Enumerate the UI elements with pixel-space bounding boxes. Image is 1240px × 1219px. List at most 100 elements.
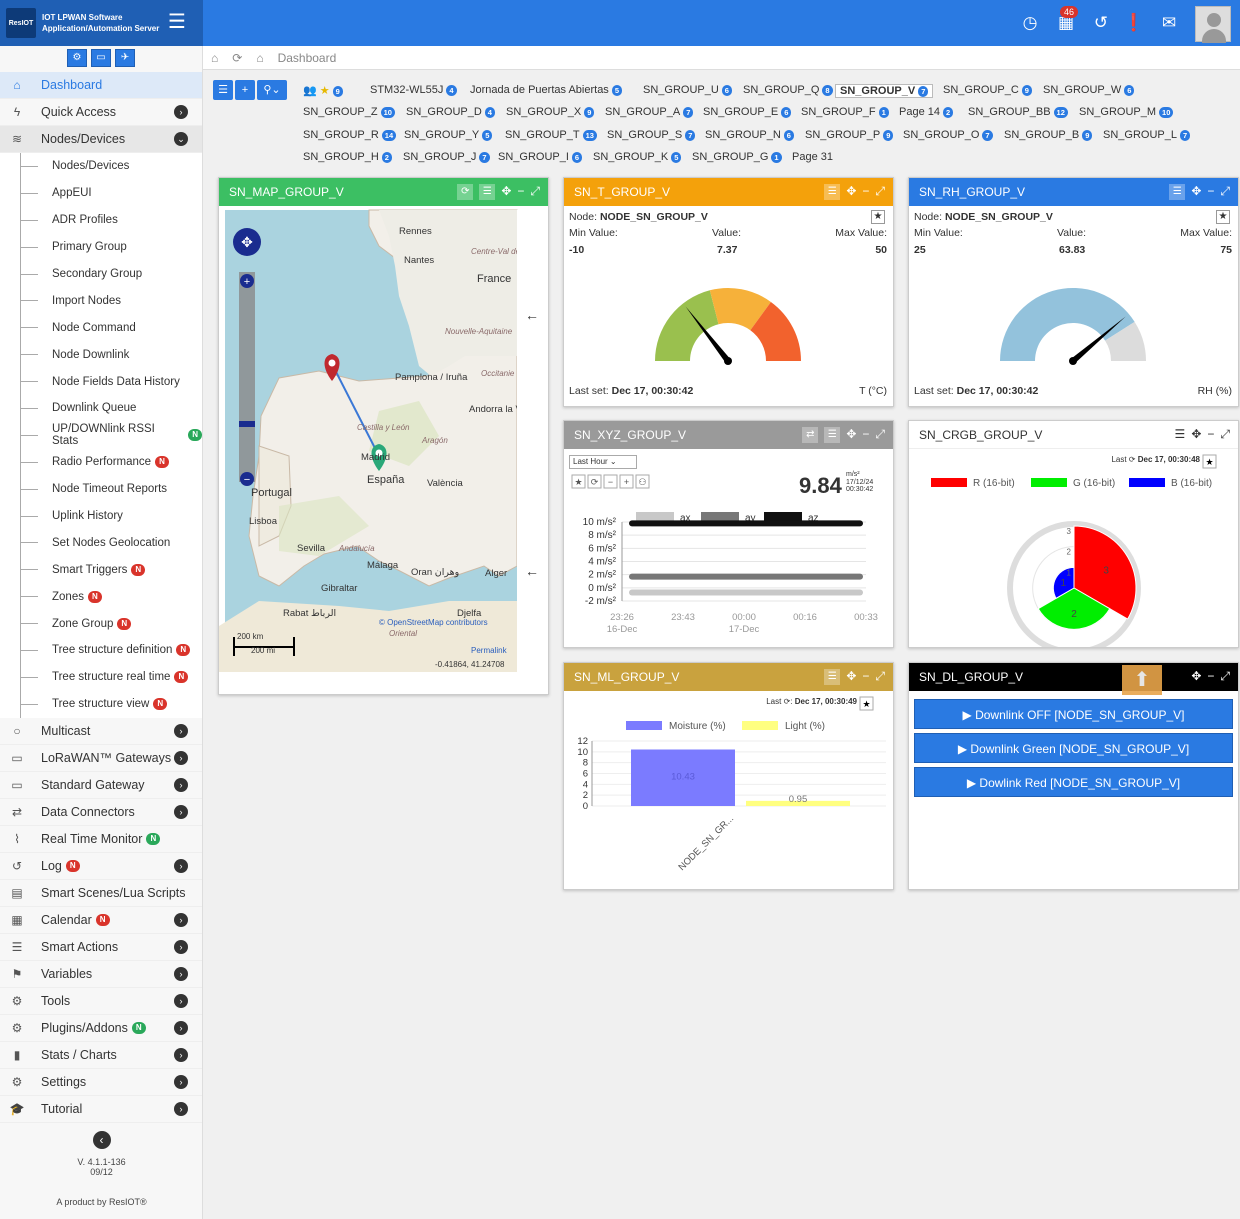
group-tab[interactable]: SN_GROUP_F 1: [801, 106, 889, 119]
submenu-item[interactable]: Tree structure real time N: [0, 663, 202, 691]
group-tab[interactable]: SN_GROUP_X 9: [506, 106, 595, 119]
menu-icon[interactable]: ☰: [824, 427, 841, 443]
group-tab[interactable]: SN_GROUP_I 6: [498, 151, 583, 163]
avatar[interactable]: [1195, 6, 1231, 43]
group-tab[interactable]: SN_GROUP_G 1: [692, 151, 782, 163]
swap-icon[interactable]: ⇄: [802, 427, 819, 443]
expand-icon[interactable]: ⤢: [1220, 669, 1230, 684]
sidebar-item[interactable]: ⌇ Real Time Monitor N: [0, 826, 202, 853]
sidebar-item[interactable]: 🎓 Tutorial ›: [0, 1096, 202, 1123]
minimize-icon[interactable]: −: [862, 669, 869, 685]
group-tab[interactable]: SN_GROUP_Y 5: [404, 129, 493, 141]
group-tab[interactable]: Jornada de Puertas Abiertas 5: [470, 84, 622, 96]
group-tab[interactable]: SN_GROUP_P 9: [805, 129, 894, 141]
expand-icon[interactable]: ⤢: [875, 669, 885, 685]
group-tab[interactable]: SN_GROUP_R 14: [303, 129, 397, 141]
submenu-item[interactable]: Node Command: [0, 314, 202, 342]
submenu-item[interactable]: Import Nodes: [0, 287, 202, 315]
users-icon[interactable]: 👥: [303, 85, 317, 97]
sidebar-item[interactable]: ⚙ Settings ›: [0, 1069, 202, 1096]
history-icon[interactable]: ↺: [1090, 13, 1112, 33]
sidebar-item[interactable]: ▤ Smart Scenes/Lua Scripts: [0, 880, 202, 907]
sidebar-item[interactable]: ☰ Smart Actions ›: [0, 934, 202, 961]
group-tab[interactable]: Page 31: [792, 151, 833, 163]
submenu-item[interactable]: Primary Group: [0, 233, 202, 261]
alert-icon[interactable]: ❗: [1123, 13, 1145, 33]
menu-icon[interactable]: ☰: [824, 669, 841, 685]
collapse-sidebar-icon[interactable]: ‹: [92, 1131, 111, 1149]
submenu-item[interactable]: Uplink History: [0, 502, 202, 530]
expand-icon[interactable]: ⤢: [1220, 184, 1230, 200]
group-tab[interactable]: STM32-WL55J 4: [370, 84, 457, 96]
menu-toggle-icon[interactable]: ☰: [168, 12, 186, 32]
group-tab[interactable]: Page 14 2: [899, 106, 954, 119]
minimize-icon[interactable]: −: [1207, 669, 1214, 684]
move-icon[interactable]: ✥: [846, 669, 856, 685]
group-tab[interactable]: SN_GROUP_D 4: [406, 106, 495, 119]
map-attribution[interactable]: © OpenStreetMap contributors: [379, 618, 488, 627]
envelope-icon[interactable]: ✉: [1158, 13, 1180, 33]
group-tab[interactable]: SN_GROUP_J 7: [403, 151, 490, 163]
downlink-green-button[interactable]: ▶ Downlink Green [NODE_SN_GROUP_V]: [914, 733, 1233, 763]
group-tab[interactable]: SN_GROUP_B 9: [1004, 129, 1093, 141]
add-icon[interactable]: +: [235, 80, 255, 100]
star-icon[interactable]: ★: [1216, 210, 1230, 224]
move-icon[interactable]: ✥: [501, 184, 511, 200]
group-tab[interactable]: SN_GROUP_M 10: [1079, 106, 1174, 119]
permalink-link[interactable]: Permalink: [471, 646, 507, 655]
move-icon[interactable]: ✥: [1191, 669, 1201, 684]
breadcrumb-dashboard[interactable]: Dashboard: [278, 51, 337, 65]
sidebar-item[interactable]: ▦ Calendar N ›: [0, 907, 202, 934]
group-tab[interactable]: SN_GROUP_S 7: [607, 129, 696, 141]
sidebar-item[interactable]: ⚙ Plugins/Addons N ›: [0, 1015, 202, 1042]
submenu-item[interactable]: Node Downlink: [0, 341, 202, 369]
group-tab[interactable]: SN_GROUP_U 6: [643, 84, 732, 96]
submenu-item[interactable]: Node Timeout Reports: [0, 475, 202, 503]
group-tab[interactable]: SN_GROUP_V 7: [835, 84, 934, 98]
zoom-icon[interactable]: ⚲⌄: [257, 80, 287, 100]
downlink-off-button[interactable]: ▶ Downlink OFF [NODE_SN_GROUP_V]: [914, 699, 1233, 729]
group-tab[interactable]: SN_GROUP_T 13: [505, 129, 597, 141]
menu-icon[interactable]: ☰: [479, 184, 496, 200]
scroll-top-icon[interactable]: ⬆: [1122, 665, 1162, 695]
sidebar-item[interactable]: ⚙ Tools ›: [0, 988, 202, 1015]
group-tab[interactable]: SN_GROUP_A 7: [605, 106, 694, 119]
group-tab[interactable]: SN_GROUP_W 6: [1043, 84, 1135, 96]
sidebar-item[interactable]: ⇄ Data Connectors ›: [0, 799, 202, 826]
group-tab[interactable]: SN_GROUP_L 7: [1103, 129, 1191, 141]
menu-icon[interactable]: ☰: [1169, 184, 1186, 200]
move-icon[interactable]: ✥: [846, 184, 856, 200]
group-tab[interactable]: SN_GROUP_Q 8: [743, 84, 833, 96]
minimize-icon[interactable]: −: [1207, 427, 1214, 442]
minimize-icon[interactable]: −: [517, 184, 524, 200]
minimize-icon[interactable]: −: [1207, 184, 1214, 200]
submenu-item[interactable]: Tree structure view N: [0, 690, 202, 718]
submenu-item[interactable]: Downlink Queue: [0, 395, 202, 422]
submenu-item[interactable]: Tree structure definition N: [0, 637, 202, 664]
list-icon[interactable]: ☰: [213, 80, 233, 100]
group-tab[interactable]: SN_GROUP_Z 10: [303, 106, 395, 119]
sidebar-item[interactable]: ○ Multicast ›: [0, 718, 202, 745]
downlink-red-button[interactable]: ▶ Dowlink Red [NODE_SN_GROUP_V]: [914, 767, 1233, 797]
refresh-icon[interactable]: ⟳: [232, 51, 242, 65]
move-icon[interactable]: ✥: [1191, 184, 1201, 200]
group-tab[interactable]: SN_GROUP_C 9: [943, 84, 1032, 96]
submenu-item[interactable]: Zone Group N: [0, 610, 202, 638]
sidebar-item[interactable]: ↺ Log N ›: [0, 853, 202, 880]
sidebar-item[interactable]: ⚑ Variables ›: [0, 961, 202, 988]
group-tab[interactable]: SN_GROUP_E 6: [703, 106, 792, 119]
drive-icon[interactable]: ▭: [91, 49, 111, 67]
expand-icon[interactable]: ⤢: [875, 427, 885, 443]
group-favorites[interactable]: 👥 ★ 9: [303, 84, 343, 97]
expand-icon[interactable]: ⤢: [875, 184, 885, 200]
submenu-item[interactable]: Nodes/Devices: [0, 153, 202, 180]
group-tab[interactable]: SN_GROUP_N 6: [705, 129, 794, 141]
sidebar-item[interactable]: ▭ LoRaWAN™ Gateways ›: [0, 745, 202, 772]
gear-icon[interactable]: ⚙: [67, 49, 87, 67]
submenu-item[interactable]: Node Fields Data History: [0, 368, 202, 396]
group-tab[interactable]: SN_GROUP_BB 12: [968, 106, 1068, 119]
group-tab[interactable]: SN_GROUP_H 2: [303, 151, 392, 163]
sidebar-item-nodes-devices[interactable]: ≋ Nodes/Devices ⌄: [0, 126, 202, 153]
group-tab[interactable]: SN_GROUP_K 5: [593, 151, 682, 163]
sidebar-item-quick-access[interactable]: ϟ Quick Access ›: [0, 99, 202, 126]
